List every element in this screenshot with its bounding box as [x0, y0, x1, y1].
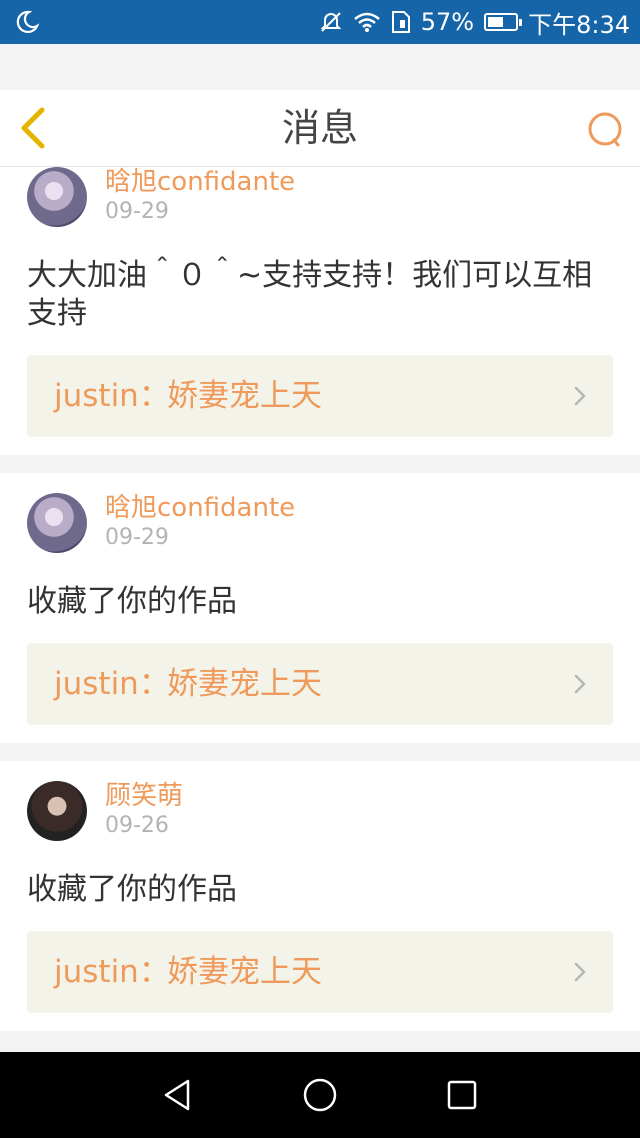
header: 消息	[0, 90, 640, 167]
work-author: justin：	[54, 954, 170, 990]
message-text: 收藏了你的作品	[27, 872, 237, 907]
battery-icon	[484, 13, 523, 31]
work-author: justin：	[54, 378, 170, 414]
username[interactable]: 顾笑萌	[105, 775, 183, 812]
wifi-icon	[353, 11, 381, 33]
clock: 下午8:34	[528, 10, 630, 39]
avatar[interactable]	[27, 167, 87, 227]
navigation-bar	[0, 1052, 640, 1138]
message-card: 晗旭confidante 09-29 大大加油＾０＾~支持支持！我们可以互相支持…	[0, 167, 640, 455]
back-triangle-icon[interactable]	[160, 1077, 196, 1113]
battery-percent: 57%	[420, 8, 475, 36]
chevron-right-icon	[574, 386, 586, 406]
message-text: 大大加油＾０＾~支持支持！我们可以互相支持	[27, 258, 593, 331]
mute-icon	[319, 10, 343, 34]
home-circle-icon[interactable]	[302, 1077, 338, 1113]
chevron-right-icon	[574, 674, 586, 694]
message-date: 09-29	[105, 199, 169, 224]
message-card: 晗旭confidante 09-29 收藏了你的作品 justin： 娇妻宠上天	[0, 473, 640, 743]
work-link[interactable]: justin： 娇妻宠上天	[27, 355, 613, 437]
avatar[interactable]	[27, 493, 87, 553]
work-link[interactable]: justin： 娇妻宠上天	[27, 931, 613, 1013]
work-link[interactable]: justin： 娇妻宠上天	[27, 643, 613, 725]
recents-square-icon[interactable]	[444, 1077, 480, 1113]
avatar[interactable]	[27, 781, 87, 841]
message-date: 09-26	[105, 813, 169, 838]
status-bar: 57% 下午8:34	[0, 0, 640, 44]
top-spacer	[0, 44, 640, 90]
username[interactable]: 晗旭confidante	[105, 167, 295, 198]
work-author: justin：	[54, 666, 170, 702]
message-list[interactable]: 晗旭confidante 09-29 大大加油＾０＾~支持支持！我们可以互相支持…	[0, 167, 640, 1052]
work-title: 娇妻宠上天	[167, 378, 322, 414]
chevron-right-icon	[574, 962, 586, 982]
message-card: 顾笑萌 09-26 收藏了你的作品 justin： 娇妻宠上天	[0, 761, 640, 1031]
message-text: 收藏了你的作品	[27, 584, 237, 619]
page-title: 消息	[281, 106, 358, 150]
work-title: 娇妻宠上天	[167, 954, 322, 990]
work-title: 娇妻宠上天	[167, 666, 322, 702]
search-button[interactable]	[586, 110, 626, 150]
search-icon	[588, 112, 622, 147]
username[interactable]: 晗旭confidante	[105, 487, 295, 524]
moon-icon	[14, 9, 40, 35]
sim-icon	[391, 10, 411, 34]
message-date: 09-29	[105, 525, 169, 550]
